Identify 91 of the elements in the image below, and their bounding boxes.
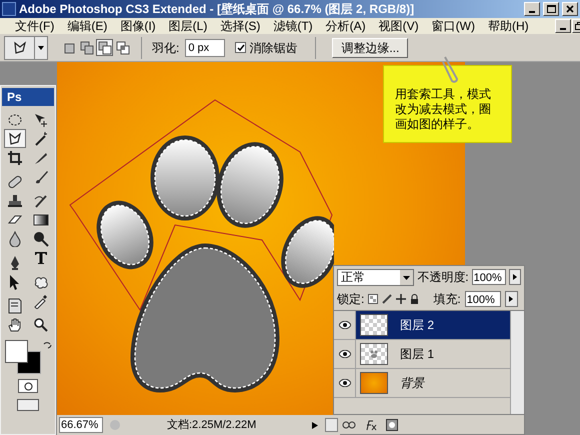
eye-icon[interactable] bbox=[338, 379, 350, 387]
document-size: 文档:2.25M/2.22M bbox=[167, 418, 256, 433]
layer-name: 图层 2 bbox=[400, 317, 434, 334]
play-icon bbox=[512, 273, 518, 281]
layer-row[interactable]: 图层 2 bbox=[334, 311, 510, 340]
note-text: 用套索工具，模式改为减去模式，圈画如图的样子。 bbox=[395, 87, 492, 132]
brush-icon[interactable] bbox=[382, 294, 392, 304]
blend-mode-dropdown[interactable]: 正常 bbox=[337, 268, 414, 286]
tool-preset-button[interactable] bbox=[4, 36, 48, 60]
menu-item[interactable]: 帮助(H) bbox=[488, 20, 529, 32]
menu-item[interactable]: 窗口(W) bbox=[432, 20, 475, 32]
link-icon[interactable] bbox=[342, 420, 356, 428]
feather-field[interactable]: 0 px bbox=[185, 38, 226, 56]
selection-mode-button[interactable] bbox=[114, 39, 131, 56]
tool-button[interactable] bbox=[4, 129, 26, 148]
selection-mode-button[interactable] bbox=[96, 39, 113, 56]
close-button[interactable] bbox=[562, 2, 578, 16]
ps-logo: Ps bbox=[2, 88, 54, 106]
layer-name: 背景 bbox=[400, 375, 424, 392]
gradient-icon bbox=[33, 212, 49, 228]
marquee-icon bbox=[7, 112, 23, 128]
close-icon bbox=[566, 5, 574, 13]
add-mode-icon bbox=[80, 40, 94, 54]
opacity-label: 不透明度: bbox=[417, 269, 469, 286]
antialias-label: 消除锯齿 bbox=[249, 40, 298, 56]
hand-icon bbox=[7, 316, 23, 332]
dodge-icon bbox=[33, 230, 49, 246]
opacity-arrow-button[interactable] bbox=[508, 269, 521, 285]
play-icon[interactable] bbox=[311, 420, 319, 430]
checkerboard-icon[interactable] bbox=[368, 294, 378, 304]
zoom-field[interactable]: 66.67% bbox=[59, 417, 103, 433]
crop-icon bbox=[7, 150, 23, 166]
fx-icon[interactable] bbox=[364, 418, 378, 430]
note-icon bbox=[7, 298, 23, 314]
layer-thumbnail bbox=[360, 314, 388, 336]
maximize-button[interactable] bbox=[543, 2, 559, 16]
history-brush-icon bbox=[33, 192, 49, 208]
maximize-icon bbox=[546, 5, 556, 13]
menu-item[interactable]: 文件(F) bbox=[15, 20, 54, 32]
window-title: Adobe Photoshop CS3 Extended - [壁纸桌面 @ 66.7% (图层 2, RGB/8)] bbox=[19, 3, 414, 15]
layer-row[interactable]: 背景 bbox=[334, 369, 510, 398]
menu-item[interactable]: 分析(A) bbox=[326, 20, 366, 32]
fill-arrow-button[interactable] bbox=[504, 291, 518, 307]
eyedropper-icon bbox=[33, 292, 49, 308]
caret-icon bbox=[35, 44, 47, 50]
circle-icon bbox=[24, 382, 32, 390]
move-icon bbox=[33, 112, 49, 128]
paw-icon bbox=[369, 349, 379, 359]
zoom-icon bbox=[33, 316, 49, 332]
magic-wand-icon bbox=[33, 130, 49, 146]
fill-field[interactable]: 100% bbox=[464, 291, 501, 307]
type-icon bbox=[33, 250, 49, 266]
menu-item[interactable]: 图层(L) bbox=[168, 20, 208, 32]
subtract-mode-icon bbox=[98, 40, 112, 54]
play-icon bbox=[508, 295, 514, 303]
layer-thumbnail bbox=[360, 372, 388, 394]
lock-label: 锁定: bbox=[337, 291, 364, 308]
swap-icon[interactable] bbox=[42, 340, 52, 349]
layer-row[interactable]: 图层 1 bbox=[334, 340, 510, 369]
refine-edge-button[interactable]: 调整边缘... bbox=[332, 38, 408, 58]
minimize-button[interactable] bbox=[524, 2, 540, 16]
lasso-icon bbox=[12, 40, 28, 56]
lock-icon[interactable] bbox=[410, 294, 420, 304]
menu-item[interactable]: 图像(I) bbox=[120, 20, 156, 32]
layer-name: 图层 1 bbox=[400, 346, 434, 363]
color-swatches[interactable] bbox=[4, 340, 40, 374]
quick-mask-button[interactable] bbox=[18, 379, 38, 393]
drop-icon bbox=[7, 230, 23, 246]
intersect-mode-icon bbox=[116, 40, 130, 54]
fill-label: 填充: bbox=[433, 291, 461, 308]
document-minimize-button[interactable] bbox=[554, 19, 571, 33]
menu-item[interactable]: 视图(V) bbox=[378, 20, 419, 32]
menu-item[interactable]: 编辑(E) bbox=[67, 20, 108, 32]
screen-mode-button[interactable] bbox=[17, 399, 39, 411]
stamp-icon bbox=[7, 192, 23, 208]
lasso-icon bbox=[7, 130, 23, 146]
check-icon bbox=[236, 44, 245, 52]
eye-icon[interactable] bbox=[338, 350, 350, 358]
eye-icon[interactable] bbox=[338, 321, 350, 329]
feather-label: 羽化: bbox=[152, 40, 180, 56]
new-mode-icon bbox=[62, 40, 76, 54]
selection-mode-button[interactable] bbox=[78, 39, 95, 56]
mask-icon[interactable] bbox=[386, 418, 398, 430]
menu-item[interactable]: 滤镜(T) bbox=[273, 20, 313, 32]
opacity-field[interactable]: 100% bbox=[472, 269, 506, 285]
app-icon bbox=[2, 2, 16, 16]
move-icon[interactable] bbox=[396, 294, 406, 304]
menu-item[interactable]: 选择(S) bbox=[220, 20, 260, 32]
brush-icon bbox=[33, 168, 49, 184]
antialias-checkbox[interactable] bbox=[235, 42, 246, 53]
refresh-icon bbox=[109, 419, 121, 431]
